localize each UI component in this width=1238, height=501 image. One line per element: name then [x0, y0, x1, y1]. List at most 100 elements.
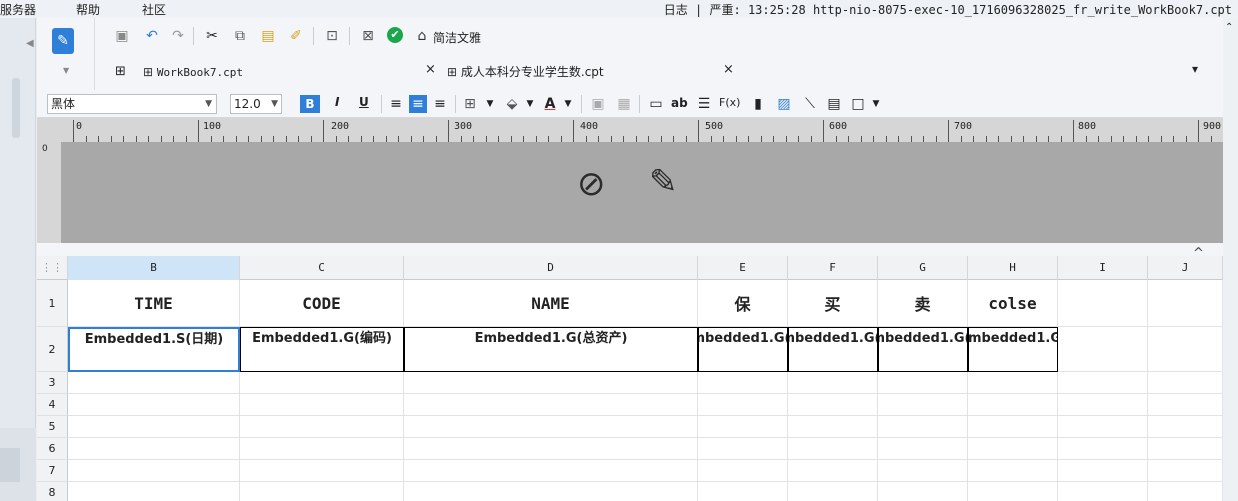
chevron-down-icon[interactable]: ▼: [481, 95, 499, 113]
table-cell[interactable]: [878, 394, 968, 416]
table-cell[interactable]: [240, 460, 404, 482]
left-scroll-thumb[interactable]: [12, 78, 20, 138]
row-header[interactable]: 8: [37, 482, 68, 501]
table-cell[interactable]: [240, 372, 404, 394]
edit-icon[interactable]: ✎: [649, 162, 678, 202]
border-icon[interactable]: ⊞: [461, 95, 479, 113]
table-cell[interactable]: [404, 394, 698, 416]
table-cell[interactable]: [968, 438, 1058, 460]
image-icon[interactable]: ▨: [775, 95, 793, 113]
bold-button[interactable]: B: [300, 95, 320, 113]
table-cell[interactable]: [698, 438, 788, 460]
column-header[interactable]: E: [698, 256, 788, 280]
preview-icon[interactable]: ⊡: [323, 27, 341, 45]
select-all-corner[interactable]: ⋮⋮: [37, 256, 68, 280]
unmerge-icon[interactable]: ▦: [615, 95, 633, 113]
row-header[interactable]: 3: [37, 372, 68, 394]
font-name-select[interactable]: 黑体 ▼: [47, 94, 217, 114]
table-cell[interactable]: [1148, 460, 1223, 482]
row-header[interactable]: 7: [37, 460, 68, 482]
chevron-up-icon[interactable]: ⌃: [1225, 22, 1233, 33]
table-cell[interactable]: [698, 372, 788, 394]
column-header[interactable]: C: [240, 256, 404, 280]
insert-rich-text-icon[interactable]: ☰: [695, 95, 713, 113]
table-cell[interactable]: [68, 438, 240, 460]
chevron-down-icon[interactable]: ▼: [521, 95, 539, 113]
log-status[interactable]: 日志 | 严重: 13:25:28 http-nio-8075-exec-10_…: [664, 1, 1232, 18]
undo-icon[interactable]: ↶: [143, 27, 161, 45]
table-cell[interactable]: [698, 416, 788, 438]
column-header[interactable]: F: [788, 256, 878, 280]
table-cell[interactable]: [788, 438, 878, 460]
close-icon[interactable]: ×: [723, 62, 734, 77]
cut-icon[interactable]: ✂: [203, 27, 221, 45]
formula-button[interactable]: F(x): [719, 96, 740, 109]
table-cell[interactable]: [68, 372, 240, 394]
underline-button[interactable]: U: [359, 95, 369, 109]
check-icon[interactable]: ✔: [387, 27, 403, 43]
insert-ab-button[interactable]: ab: [671, 96, 688, 110]
table-cell[interactable]: Embedded1.G(买: [878, 327, 968, 372]
copy-icon[interactable]: ⧉: [231, 27, 249, 45]
table-cell[interactable]: [68, 460, 240, 482]
table-cell[interactable]: [1148, 280, 1223, 327]
merge-icon[interactable]: ▣: [589, 95, 607, 113]
fill-color-icon[interactable]: ⬙: [503, 95, 521, 113]
left-panel-item[interactable]: [0, 448, 20, 482]
column-header[interactable]: H: [968, 256, 1058, 280]
format-painter-icon[interactable]: ✐: [287, 27, 305, 45]
hide-icon[interactable]: ⊘: [577, 164, 606, 204]
row-header[interactable]: 4: [37, 394, 68, 416]
save-icon[interactable]: ▣: [113, 27, 131, 45]
chevron-down-icon[interactable]: ▼: [867, 95, 885, 113]
chart-icon[interactable]: ▮: [749, 95, 767, 113]
table-cell[interactable]: [1058, 327, 1148, 372]
table-cell[interactable]: [1148, 394, 1223, 416]
table-cell[interactable]: [1058, 416, 1148, 438]
italic-button[interactable]: I: [335, 95, 339, 109]
table-cell[interactable]: [788, 460, 878, 482]
table-cell[interactable]: [240, 394, 404, 416]
table-cell[interactable]: [788, 372, 878, 394]
search-icon[interactable]: ⊠: [359, 27, 377, 45]
table-cell[interactable]: Embedded1.G(卖: [788, 327, 878, 372]
row-header[interactable]: 6: [37, 438, 68, 460]
table-cell[interactable]: [878, 438, 968, 460]
table-cell[interactable]: [240, 438, 404, 460]
table-cell[interactable]: [878, 460, 968, 482]
align-right-icon[interactable]: ≡: [431, 95, 449, 113]
table-cell[interactable]: 买: [788, 280, 878, 327]
table-cell[interactable]: [1058, 482, 1148, 501]
table-cell[interactable]: Embedded1.S(日期): [68, 327, 240, 372]
column-header[interactable]: I: [1058, 256, 1148, 280]
table-cell[interactable]: [788, 482, 878, 501]
menu-item-server[interactable]: 服务器: [0, 1, 36, 18]
table-cell[interactable]: NAME: [404, 280, 698, 327]
table-cell[interactable]: [68, 416, 240, 438]
table-cell[interactable]: [1148, 482, 1223, 501]
table-cell[interactable]: [404, 482, 698, 501]
table-cell[interactable]: [968, 460, 1058, 482]
align-left-icon[interactable]: ≡: [387, 95, 405, 113]
row-header[interactable]: 2: [37, 327, 68, 372]
collapse-left-icon[interactable]: ◀: [26, 38, 34, 49]
column-header[interactable]: J: [1148, 256, 1223, 280]
column-header[interactable]: B: [68, 256, 240, 280]
scroll-up-icon[interactable]: ^: [1193, 246, 1204, 261]
table-cell[interactable]: [68, 394, 240, 416]
menu-item-community[interactable]: 社区: [142, 1, 166, 18]
vertical-scrollbar[interactable]: ⌃: [1223, 18, 1238, 501]
table-cell[interactable]: [1058, 394, 1148, 416]
simple-text-label[interactable]: 简洁文雅: [433, 29, 481, 46]
table-cell[interactable]: [1148, 372, 1223, 394]
chevron-down-icon[interactable]: ▼: [63, 66, 69, 75]
table-cell[interactable]: [878, 372, 968, 394]
subreport-icon[interactable]: ▤: [825, 95, 843, 113]
table-cell[interactable]: [788, 416, 878, 438]
table-cell[interactable]: [404, 460, 698, 482]
close-icon[interactable]: ×: [425, 62, 436, 77]
table-cell[interactable]: 卖: [878, 280, 968, 327]
table-cell[interactable]: [968, 394, 1058, 416]
table-cell[interactable]: TIME: [68, 280, 240, 327]
tab-student-count[interactable]: ⊞ 成人本科分专业学生数.cpt: [447, 62, 707, 84]
